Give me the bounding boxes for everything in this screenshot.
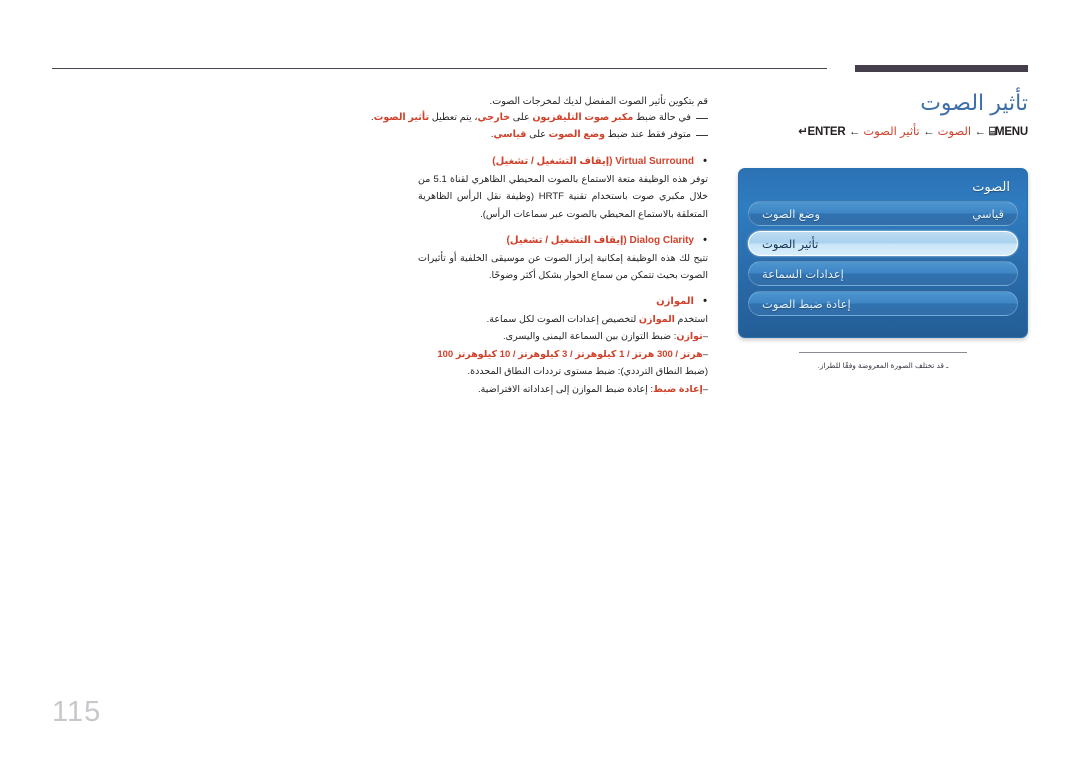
sub-item-label: 100 هرتز / 300 هرتز / 1 كيلوهرتز / 3 كيل… xyxy=(437,348,703,360)
osd-row-label: إعدادات السماعة xyxy=(762,268,844,281)
equalizer-emphasis: الموازن xyxy=(638,313,675,325)
header-rule-thin xyxy=(52,68,827,69)
menu-path-arrow-2: ← xyxy=(922,125,935,138)
osd-row-sound-mode[interactable]: قياسي وضع الصوت xyxy=(748,201,1018,226)
footnote-item: في حالة ضبط مكبر صوت التليفزيون على خارج… xyxy=(371,110,708,127)
footnote-run: على xyxy=(526,129,549,141)
menu-path-item-sound: الصوت xyxy=(937,125,972,138)
osd-row-label: إعادة ضبط الصوت xyxy=(762,298,851,311)
footnote-emphasis: تأثير الصوت xyxy=(373,112,430,124)
sub-item-dash: – xyxy=(702,383,708,395)
sub-item-text: (ضبط النطاق الترددي): ضبط مستوى ترددات ا… xyxy=(467,366,709,378)
menu-path-prefix: MENU xyxy=(994,125,1028,138)
header-rule-thick xyxy=(855,65,1028,72)
footnote-dash-icon xyxy=(696,118,708,120)
bullet-description: تتيح لك هذه الوظيفة إمكانية إبراز الصوت … xyxy=(418,252,708,282)
footnote-run: في حالة ضبط xyxy=(633,112,691,124)
sub-item-balance: –توازن: ضبط التوازن بين السماعة اليمنى و… xyxy=(418,328,708,346)
bullet-options: (إيقاف التشغيل / تشغيل) xyxy=(506,234,627,246)
osd-row-speaker-settings[interactable]: إعدادات السماعة xyxy=(748,261,1018,286)
menu-path-arrow-3: ← xyxy=(848,125,861,138)
bullet-description: توفر هذه الوظيفة متعة الاستماع بالصوت ال… xyxy=(418,173,708,220)
osd-sound-menu-panel[interactable]: الصوت قياسي وضع الصوت تأثير الصوت إعدادا… xyxy=(738,168,1028,338)
osd-row-label: تأثير الصوت xyxy=(762,238,819,251)
page-title: تأثير الصوت xyxy=(920,90,1028,115)
bullet-virtual-surround: Virtual Surround (إيقاف التشغيل / تشغيل)… xyxy=(418,152,708,224)
osd-note-divider xyxy=(799,352,967,353)
menu-path-item-sound-effect: تأثير الصوت xyxy=(863,125,920,138)
sub-item-dash: – xyxy=(702,331,708,343)
sub-item-label: توازن xyxy=(676,331,703,343)
equalizer-run: استخدم xyxy=(674,313,708,325)
bullet-description: استخدم الموازن لتخصيص إعدادات الصوت لكل … xyxy=(418,311,708,329)
bullet-heading: Virtual Surround (إيقاف التشغيل / تشغيل) xyxy=(418,152,708,171)
page-number: 115 xyxy=(52,696,102,728)
bullet-options: (إيقاف التشغيل / تشغيل) xyxy=(492,155,613,167)
bullet-name-en: Dialog Clarity xyxy=(629,234,694,246)
osd-row-sound-effect[interactable]: تأثير الصوت xyxy=(748,231,1018,256)
bullet-name-en: Virtual Surround xyxy=(615,155,694,167)
bullet-heading: Dialog Clarity (إيقاف التشغيل / تشغيل) xyxy=(418,231,708,250)
sub-item-text: : إعادة ضبط الموازن إلى إعداداته الافترا… xyxy=(478,383,654,395)
osd-row-label: وضع الصوت xyxy=(762,208,821,221)
sub-item-dash: – xyxy=(702,348,708,360)
page-header-column: تأثير الصوت ⌸MENU ← الصوت ← تأثير الصوت … xyxy=(736,88,1028,153)
footnote-dash-icon xyxy=(696,135,708,137)
osd-note-block: ـ قد تختلف الصورة المعروضة وفقًا للطراز. xyxy=(738,352,1028,371)
osd-panel-title: الصوت xyxy=(972,179,1010,194)
menu-path-menu-label: ⌸MENU xyxy=(989,124,1028,141)
footnote-emphasis: مكبر صوت التليفزيون xyxy=(532,112,634,124)
menu-path-arrow-1: ← xyxy=(974,125,986,138)
footnote-emphasis: خارجي xyxy=(477,112,511,124)
bullet-name-ar: الموازن xyxy=(656,295,694,307)
osd-note-text: ـ قد تختلف الصورة المعروضة وفقًا للطراز. xyxy=(817,361,949,370)
bullet-equalizer: الموازن استخدم الموازن لتخصيص إعدادات ال… xyxy=(418,292,708,399)
footnote-text: متوفر فقط عند ضبط وضع الصوت على قياسي. xyxy=(491,129,691,140)
sub-item-label: إعادة ضبط xyxy=(653,383,703,395)
footnote-run: على xyxy=(510,112,533,124)
bullet-heading: الموازن xyxy=(418,292,708,311)
menu-path-enter-text: ENTER xyxy=(807,125,846,138)
footnote-item: متوفر فقط عند ضبط وضع الصوت على قياسي. xyxy=(418,127,708,144)
equalizer-run: لتخصيص إعدادات الصوت لكل سماعة. xyxy=(486,313,639,325)
footnote-run: ، يتم تعطيل xyxy=(429,112,478,124)
footnote-run: متوفر فقط عند ضبط xyxy=(605,129,691,141)
enter-key-icon: ↵ xyxy=(798,125,808,138)
osd-row-reset-sound[interactable]: إعادة ضبط الصوت xyxy=(748,291,1018,316)
sub-item-reset: –إعادة ضبط: إعادة ضبط الموازن إلى إعدادا… xyxy=(418,381,708,399)
footnote-text: في حالة ضبط مكبر صوت التليفزيون على خارج… xyxy=(371,112,691,123)
osd-row-value: قياسي xyxy=(972,208,1004,221)
footnote-emphasis: وضع الصوت xyxy=(548,129,606,141)
body-content-column: قم بتكوين تأثير الصوت المفضل لديك لمخرجا… xyxy=(371,94,708,406)
menu-path-enter-label: ↵ENTER xyxy=(798,124,846,141)
sub-item-text: : ضبط التوازن بين السماعة اليمنى واليسرى… xyxy=(503,331,677,343)
footnotes-block: في حالة ضبط مكبر صوت التليفزيون على خارج… xyxy=(371,110,708,144)
intro-paragraph: قم بتكوين تأثير الصوت المفضل لديك لمخرجا… xyxy=(489,96,708,107)
sub-item-frequency-bands: –100 هرتز / 300 هرتز / 1 كيلوهرتز / 3 كي… xyxy=(418,346,708,381)
footnote-emphasis: قياسي xyxy=(493,129,527,141)
menu-path-breadcrumb: ⌸MENU ← الصوت ← تأثير الصوت ← ↵ENTER xyxy=(736,124,1028,141)
bullet-dialog-clarity: Dialog Clarity (إيقاف التشغيل / تشغيل) ت… xyxy=(418,231,708,285)
